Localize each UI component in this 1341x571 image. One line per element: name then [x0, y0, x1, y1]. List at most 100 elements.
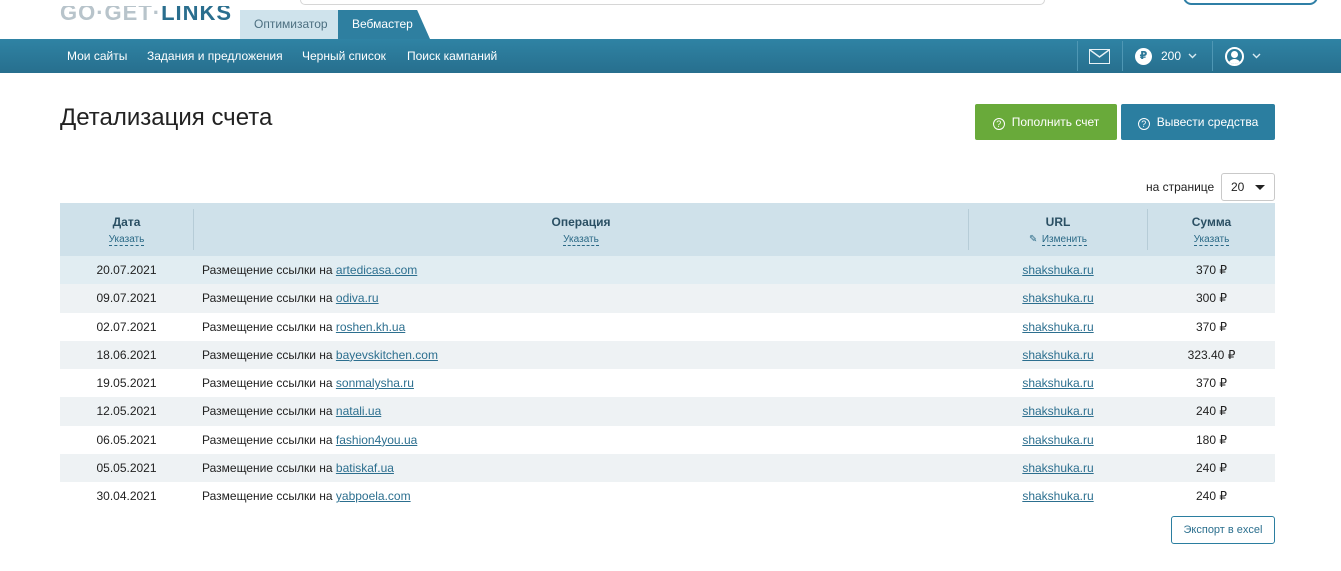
table-row: 09.07.2021 Размещение ссылки на odiva.ru… [60, 284, 1275, 313]
user-icon[interactable] [1225, 47, 1244, 66]
operation-text: Размещение ссылки на [202, 319, 333, 334]
table-row: 18.06.2021 Размещение ссылки на bayevski… [60, 340, 1275, 370]
col-operation-title: Операция [551, 215, 611, 229]
col-date: Дата Указать [60, 203, 193, 256]
export-excel-button[interactable]: Экспорт в excel [1171, 516, 1275, 544]
tab-optimizer[interactable]: Оптимизатор [240, 10, 338, 39]
row-sum: 370 ₽ [1196, 263, 1227, 277]
row-url: shakshuka.ru [968, 341, 1148, 369]
ruble-icon: ₽ [1135, 48, 1152, 65]
row-operation: Размещение ссылки на odiva.ru [202, 284, 379, 312]
col-sum: Сумма Указать [1148, 203, 1275, 256]
row-url: shakshuka.ru [968, 397, 1148, 425]
col-sum-filter-link[interactable]: Указать [1193, 234, 1230, 246]
row-operation: Размещение ссылки на yabpoela.com [202, 482, 411, 510]
row-url-link[interactable]: shakshuka.ru [1022, 376, 1093, 390]
operation-text: Размещение ссылки на [202, 291, 333, 306]
row-url-link[interactable]: shakshuka.ru [1022, 433, 1093, 447]
row-sum: 240 ₽ [1196, 404, 1227, 419]
col-url-change-link[interactable]: Изменить [1041, 234, 1087, 246]
nav-blacklist[interactable]: Черный список [302, 39, 386, 73]
chevron-down-icon[interactable] [1252, 51, 1261, 60]
col-url: URL ✎ Изменить [969, 203, 1147, 256]
row-url-link[interactable]: shakshuka.ru [1022, 489, 1093, 503]
col-date-filter-link[interactable]: Указать [108, 234, 145, 246]
row-date: 18.06.2021 [96, 347, 157, 362]
caret-down-icon [1255, 185, 1265, 190]
row-operation: Размещение ссылки на roshen.kh.ua [202, 313, 405, 341]
nav-divider [1122, 41, 1123, 71]
page-title: Детализация счета [60, 104, 273, 131]
deposit-button-label: Пополнить счет [1011, 115, 1100, 129]
table-row: 06.05.2021 Размещение ссылки на fashion4… [60, 426, 1275, 454]
row-date: 06.05.2021 [96, 432, 157, 447]
search-field-edge[interactable] [300, 0, 1045, 5]
row-site-link[interactable]: roshen.kh.ua [336, 320, 405, 334]
row-operation: Размещение ссылки на artedicasa.com [202, 256, 417, 284]
help-circle-icon: ? [1137, 118, 1150, 130]
row-url: shakshuka.ru [968, 313, 1148, 341]
table-row: 02.07.2021 Размещение ссылки на roshen.k… [60, 313, 1275, 341]
withdraw-button[interactable]: ? Вывести средства [1121, 104, 1275, 140]
operation-text: Размещение ссылки на [202, 347, 333, 362]
row-site-link[interactable]: yabpoela.com [336, 489, 411, 503]
operation-text: Размещение ссылки на [202, 489, 333, 504]
tab-webmaster[interactable]: Вебмастер [338, 10, 430, 39]
row-site-link[interactable]: bayevskitchen.com [336, 348, 438, 362]
row-url-link[interactable]: shakshuka.ru [1022, 404, 1093, 418]
table-row: 20.07.2021 Размещение ссылки на artedica… [60, 256, 1275, 285]
row-site-link[interactable]: fashion4you.ua [336, 433, 417, 447]
row-date: 02.07.2021 [96, 319, 157, 334]
operation-text: Размещение ссылки на [202, 461, 333, 476]
row-site-link[interactable]: batiskaf.ua [336, 461, 394, 475]
row-url: shakshuka.ru [968, 369, 1148, 397]
row-url: shakshuka.ru [968, 426, 1148, 454]
row-url: shakshuka.ru [968, 454, 1148, 482]
chevron-down-icon[interactable] [1188, 51, 1197, 60]
nav-tasks-offers[interactable]: Задания и предложения [147, 39, 283, 73]
row-operation: Размещение ссылки на batiskaf.ua [202, 454, 394, 482]
row-url: shakshuka.ru [968, 284, 1148, 312]
row-url: shakshuka.ru [968, 482, 1148, 510]
row-operation: Размещение ссылки на bayevskitchen.com [202, 341, 438, 369]
deposit-button[interactable]: ? Пополнить счет [975, 104, 1117, 140]
row-url-link[interactable]: shakshuka.ru [1022, 461, 1093, 475]
table-row: 19.05.2021 Размещение ссылки на sonmalys… [60, 369, 1275, 397]
account-pill-edge[interactable] [1183, 0, 1318, 5]
row-operation: Размещение ссылки на sonmalysha.ru [202, 369, 414, 397]
balance-amount[interactable]: 200 [1161, 39, 1181, 73]
logo-text-go-get: GO·GET· [60, 0, 162, 25]
operation-text: Размещение ссылки на [202, 404, 333, 419]
row-sum: 240 ₽ [1196, 461, 1227, 476]
col-operation: Операция Указать [194, 203, 968, 256]
nav-campaign-search[interactable]: Поиск кампаний [407, 39, 497, 73]
table-row: 30.04.2021 Размещение ссылки на yabpoela… [60, 482, 1275, 510]
table-header: Дата Указать Операция Указать URL ✎ Изме… [60, 203, 1275, 256]
col-operation-filter-link[interactable]: Указать [563, 234, 599, 246]
row-url: shakshuka.ru [968, 256, 1148, 284]
row-date: 12.05.2021 [96, 404, 157, 419]
table-row: 12.05.2021 Размещение ссылки на natali.u… [60, 397, 1275, 426]
row-sum: 180 ₽ [1196, 432, 1227, 447]
table-row: 05.05.2021 Размещение ссылки на batiskaf… [60, 454, 1275, 483]
row-date: 05.05.2021 [96, 461, 157, 476]
row-date: 19.05.2021 [96, 376, 157, 391]
operation-text: Размещение ссылки на [202, 263, 333, 277]
help-circle-icon: ? [992, 118, 1005, 130]
row-url-link[interactable]: shakshuka.ru [1022, 291, 1093, 305]
nav-my-sites[interactable]: Мои сайты [67, 39, 127, 73]
row-operation: Размещение ссылки на fashion4you.ua [202, 426, 417, 454]
row-site-link[interactable]: artedicasa.com [336, 263, 417, 277]
col-url-title: URL [1045, 215, 1071, 229]
row-site-link[interactable]: sonmalysha.ru [336, 376, 414, 390]
row-site-link[interactable]: natali.ua [336, 404, 381, 418]
logo[interactable]: GO·GET·LINKS [60, 0, 232, 25]
row-url-link[interactable]: shakshuka.ru [1022, 320, 1093, 334]
row-url-link[interactable]: shakshuka.ru [1022, 348, 1093, 362]
per-page-label: на странице [1146, 180, 1215, 194]
per-page-select[interactable]: 20 [1221, 173, 1275, 201]
row-sum: 370 ₽ [1196, 376, 1227, 391]
row-url-link[interactable]: shakshuka.ru [1022, 263, 1093, 277]
row-site-link[interactable]: odiva.ru [336, 291, 379, 305]
mail-icon[interactable] [1089, 49, 1110, 64]
